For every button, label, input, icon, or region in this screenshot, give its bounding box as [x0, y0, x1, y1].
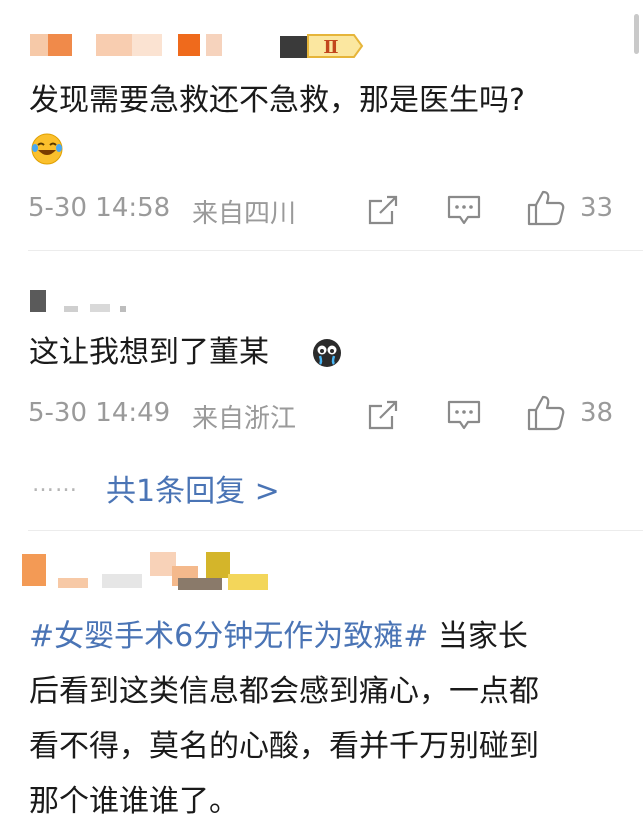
- comment-2-location: 来自浙江: [192, 404, 297, 434]
- comment-3-text-line-1: 当家长: [428, 619, 528, 654]
- level-badge-label: Ⅱ: [323, 37, 338, 58]
- share-icon[interactable]: [366, 398, 400, 432]
- like-thumb-icon[interactable]: [526, 394, 566, 432]
- comment-2-like-count: 38: [580, 398, 614, 428]
- comment-2-username[interactable]: [28, 284, 148, 314]
- laughing-crying-emoji-icon: [31, 133, 63, 165]
- reply-dots: ……: [32, 472, 78, 497]
- comment-3-username[interactable]: [22, 548, 282, 592]
- level-badge-icon: Ⅱ: [307, 34, 364, 58]
- view-replies-link[interactable]: 共1条回复 >: [106, 466, 280, 510]
- comment-3-text-line-2: 后看到这类信息都会感到痛心，一点都: [29, 674, 539, 709]
- comment-1-like-count: 33: [580, 193, 614, 223]
- comment-1-location: 来自四川: [192, 199, 297, 229]
- crying-face-emoji-icon: [313, 339, 341, 367]
- divider: [28, 530, 643, 531]
- like-thumb-icon[interactable]: [526, 189, 566, 227]
- topic-hashtag-link[interactable]: #女婴手术6分钟无作为致瘫#: [29, 619, 428, 654]
- comment-2-time: 5-30 14:49: [28, 398, 171, 428]
- comment-1-text: 发现需要急救还不急救，那是医生吗?: [29, 83, 525, 118]
- divider: [28, 250, 643, 251]
- share-icon[interactable]: [366, 193, 400, 227]
- comment-3-text-line-3: 看不得，莫名的心酸，看并千万别碰到: [29, 729, 539, 764]
- comment-icon[interactable]: [446, 193, 482, 227]
- comment-icon[interactable]: [446, 398, 482, 432]
- comment-1-username[interactable]: [22, 32, 322, 62]
- scrollbar[interactable]: [634, 14, 639, 54]
- comment-3-text: #女婴手术6分钟无作为致瘫# 当家长 后看到这类信息都会感到痛心，一点都 看不得…: [29, 609, 629, 829]
- comment-2-text: 这让我想到了董某: [29, 335, 269, 370]
- comment-1-time: 5-30 14:58: [28, 193, 171, 223]
